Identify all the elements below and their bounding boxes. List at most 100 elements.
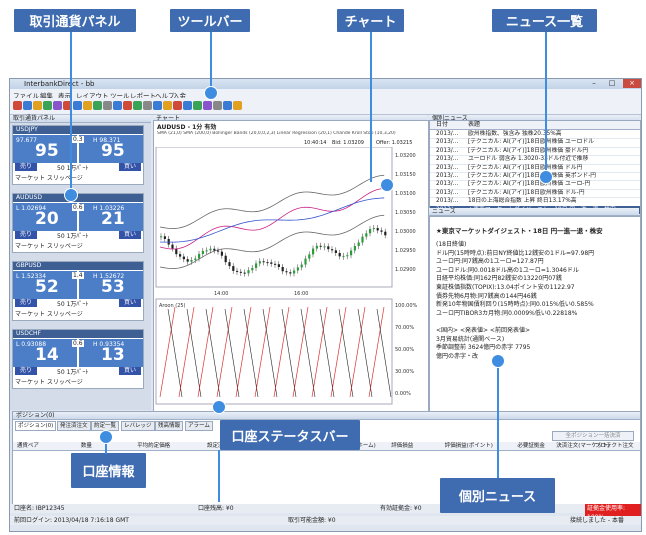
toolbar-tool-icon[interactable] [83, 101, 92, 110]
toolbar-tool-icon[interactable] [113, 101, 122, 110]
callout-text: ツールバー [177, 15, 243, 30]
toolbar-tool-icon[interactable] [43, 101, 52, 110]
toolbar-tool-icon[interactable] [73, 101, 82, 110]
buy-button[interactable]: 買い [119, 367, 141, 375]
positions-column-header[interactable]: 通貨ペア [17, 442, 39, 450]
sell-price-panel[interactable]: 97.677 95 [13, 135, 77, 163]
buy-button[interactable]: 買い [119, 231, 141, 239]
toolbar-tool-icon[interactable] [23, 101, 32, 110]
callout-trading-panel: 取引通貨パネル [14, 9, 136, 32]
toolbar-tool-icon[interactable] [173, 101, 182, 110]
candle [315, 245, 318, 249]
news-date: 2013/... [436, 156, 459, 163]
positions-tab[interactable]: アラーム [185, 421, 213, 431]
close-window-button[interactable]: × [623, 79, 641, 88]
sell-button[interactable]: 売り [15, 231, 37, 239]
toolbar-tool-icon[interactable] [133, 101, 142, 110]
trading-panel-title: 取引通貨パネル [13, 115, 56, 122]
positions-column-header[interactable]: 評価損益 [391, 442, 413, 450]
price-axis-label: 1.03050 [395, 210, 416, 216]
candle [239, 271, 242, 273]
sell-button[interactable]: 売り [15, 367, 37, 375]
toolbar-tool-icon[interactable] [143, 101, 152, 110]
slippage-setting[interactable]: マーケット スリッページ [15, 173, 83, 182]
toolbar-tool-icon[interactable] [183, 101, 192, 110]
slippage-setting[interactable]: マーケット スリッページ [15, 377, 83, 386]
positions-column-header[interactable]: 数量 [81, 442, 92, 450]
chart-bid: Bid: 1.03209 [332, 140, 364, 146]
chart-panel[interactable]: AUDUSD - 1分 有効 SMA (21,0) SMA (200,0) Bo… [153, 120, 429, 412]
buy-price-panel[interactable]: H 98.371 95 [79, 135, 143, 163]
toolbar-tool-icon[interactable] [203, 101, 212, 110]
quantity[interactable]: 50 1万ﾊﾟｰﾄ [57, 163, 88, 172]
toolbar-tool-icon[interactable] [103, 101, 112, 110]
positions-column-header[interactable]: 平均約定価格 [137, 442, 170, 450]
price-axis-label: 1.03000 [395, 229, 416, 235]
positions-column-header[interactable]: プロテクト注文 [595, 442, 634, 450]
candle [182, 256, 185, 260]
close-all-button[interactable]: 全ポジション一括決済 [552, 431, 634, 441]
currency-pair[interactable]: AUDUSD [13, 194, 143, 202]
order-row: 売り 50 1万ﾊﾟｰﾄ 買い [13, 163, 143, 172]
callout-text: 口座情報 [82, 465, 135, 480]
toolbar-tool-icon[interactable] [233, 101, 242, 110]
candle [376, 228, 379, 231]
sell-button[interactable]: 売り [15, 299, 37, 307]
toolbar-tool-icon[interactable] [153, 101, 162, 110]
positions-tab[interactable]: ポジション(0) [15, 421, 57, 431]
positions-column-header[interactable]: 評価損益(ポイント) [445, 442, 493, 450]
currency-pair[interactable]: GBPUSD [13, 262, 143, 270]
buy-price: 21 [101, 209, 125, 229]
toolbar-tool-icon[interactable] [193, 101, 202, 110]
toolbar-tool-icon[interactable] [33, 101, 42, 110]
buy-button[interactable]: 買い [119, 163, 141, 171]
quantity[interactable]: 50 1万ﾊﾟｰﾄ [57, 299, 88, 308]
candle [247, 270, 250, 274]
toolbar-tool-icon[interactable] [213, 101, 222, 110]
sell-button[interactable]: 売り [15, 163, 37, 171]
buy-button[interactable]: 買い [119, 299, 141, 307]
maximize-button[interactable]: □ [603, 79, 621, 88]
toolbar-tool-icon[interactable] [53, 101, 62, 110]
news-date: 2013/... [436, 198, 459, 205]
callout-text: 口座ステータスバー [231, 429, 349, 445]
toolbar-tool-icon[interactable] [123, 101, 132, 110]
sell-price: 95 [35, 141, 59, 161]
news-date: 2013/... [436, 147, 459, 154]
candle [213, 248, 216, 251]
positions-tab[interactable]: レバレッジ [121, 421, 155, 431]
sell-price-panel[interactable]: L 0.93088 14 [13, 339, 77, 367]
last-login: 前回ログイン: 2013/04/18 7:16:18 GMT [14, 517, 129, 524]
buy-price-panel[interactable]: H 1.52672 53 [79, 271, 143, 299]
buy-price-panel[interactable]: H 1.03226 21 [79, 203, 143, 231]
toolbar-tool-icon[interactable] [163, 101, 172, 110]
qty-unit: 1万ﾊﾟｰﾄ [66, 233, 89, 240]
currency-pair[interactable]: USDCHF [13, 330, 143, 338]
positions-column-header[interactable]: 必要証拠金 [517, 442, 545, 450]
minimize-button[interactable]: – [585, 79, 603, 88]
toolbar-tool-icon[interactable] [13, 101, 22, 110]
currency-pair[interactable]: USDJPY [13, 126, 143, 134]
positions-tab[interactable]: 残高情報 [155, 421, 184, 431]
candle [285, 271, 288, 273]
candle [201, 250, 204, 254]
slippage-setting[interactable]: マーケット スリッページ [15, 241, 83, 250]
news-title: [テクニカル: AI(アイ)]18日欧州株価 豪ドル円 [468, 147, 589, 154]
qty-value: 50 [57, 165, 65, 172]
quantity[interactable]: 50 1万ﾊﾟｰﾄ [57, 367, 88, 376]
candle [266, 262, 269, 264]
window-title: InterbankDirect - bb [24, 80, 95, 88]
col-title[interactable]: 表題 [468, 121, 480, 129]
candle [331, 249, 334, 251]
sell-price-panel[interactable]: L 1.52334 52 [13, 271, 77, 299]
col-date[interactable]: 日付 [436, 121, 448, 129]
positions-tab[interactable]: 発注済注文 [57, 421, 91, 431]
quantity[interactable]: 50 1万ﾊﾟｰﾄ [57, 231, 88, 240]
toolbar-tool-icon[interactable] [93, 101, 102, 110]
toolbar-tool-icon[interactable] [223, 101, 232, 110]
candle [372, 228, 375, 230]
slippage-setting[interactable]: マーケット スリッページ [15, 309, 83, 318]
sell-price-panel[interactable]: L 1.02694 20 [13, 203, 77, 231]
candle [319, 245, 322, 247]
buy-price-panel[interactable]: H 0.93354 13 [79, 339, 143, 367]
